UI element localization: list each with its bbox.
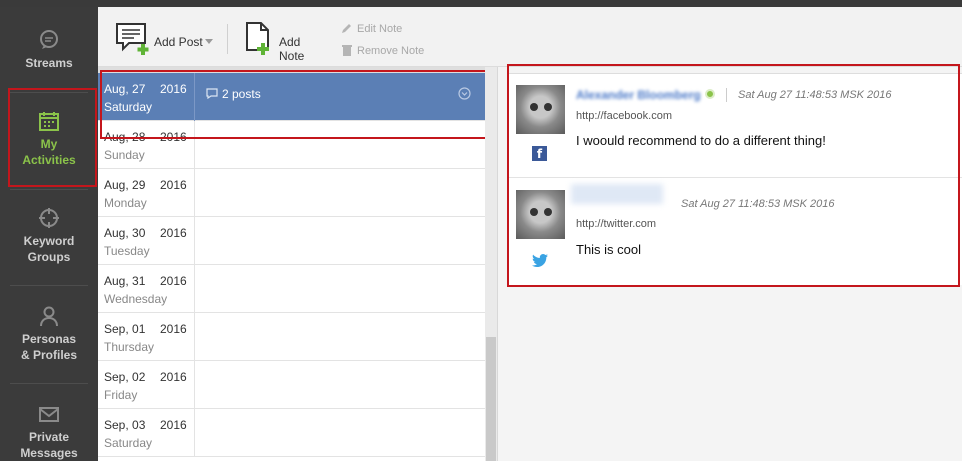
crosshair-icon [39,208,59,228]
sidebar-item-label: & Profiles [20,348,77,362]
year-label: 2016 [160,274,187,288]
day-label: Tuesday [104,244,150,258]
add-note-label: Add Note [279,35,305,63]
sidebar-item-label: Personas [21,332,77,346]
divider [10,383,88,384]
year-label: 2016 [160,418,187,432]
add-post-label: Add Post [154,35,203,49]
calendar-row[interactable]: Aug, 29 2016 Monday [98,169,485,217]
highlight-box [507,64,960,287]
date-label: Sep, 02 [104,370,146,384]
toolbar: Add Post Add Note Edit Note Remove Note [98,7,962,67]
add-note-icon [246,22,269,55]
year-label: 2016 [160,370,187,384]
remove-note-button[interactable]: Remove Note [341,44,424,57]
year-label: 2016 [160,322,187,336]
edit-note-label: Edit Note [357,23,403,35]
user-icon [40,306,58,327]
date-cell: Sep, 01 2016 Thursday [98,313,195,361]
day-label: Sunday [104,148,145,162]
calendar-row[interactable]: Sep, 01 2016 Thursday [98,313,485,361]
chevron-down-icon[interactable] [205,39,213,44]
sidebar-item-label: Messages [20,446,78,460]
trash-icon [342,45,352,56]
date-label: Aug, 29 [104,178,146,192]
sidebar-item-label: Keyword [23,234,75,248]
date-label: Sep, 01 [104,322,146,336]
sidebar-item-label: Streams [25,56,73,70]
date-label: Aug, 31 [104,274,146,288]
scrollbar-thumb[interactable] [486,337,496,461]
date-label: Aug, 30 [104,226,146,240]
sidebar-item-label: Groups [27,250,71,264]
divider [10,285,88,286]
calendar-row[interactable]: Aug, 30 2016 Tuesday [98,217,485,265]
remove-note-label: Remove Note [357,45,425,57]
sidebar-item-keyword-groups[interactable]: Keyword Groups [0,207,98,265]
sidebar-item-private-messages[interactable]: Private Messages [0,403,98,461]
day-label: Friday [104,388,138,402]
calendar-row[interactable]: Sep, 03 2016 Saturday [98,409,485,457]
sidebar-item-personas-profiles[interactable]: Personas & Profiles [0,305,98,363]
add-post-icon [116,23,149,55]
highlight-box [8,88,97,187]
sidebar-item-streams[interactable]: Streams [0,29,98,71]
day-label: Wednesday [104,292,168,306]
edit-note-button[interactable]: Edit Note [341,22,402,35]
date-cell: Sep, 03 2016 Saturday [98,409,195,457]
date-cell: Aug, 31 2016 Wednesday [98,265,195,313]
divider [10,189,88,190]
date-cell: Sep, 02 2016 Friday [98,361,195,409]
divider [227,24,228,54]
day-label: Monday [104,196,147,210]
year-label: 2016 [160,226,187,240]
chat-bubble-icon [40,30,58,49]
pencil-icon [342,24,351,33]
sidebar-item-label: Private [28,430,70,444]
sidebar: Streams My Activities Keyword Groups Per… [0,7,98,461]
year-label: 2016 [160,178,187,192]
day-label: Saturday [104,436,153,450]
highlight-box [100,70,489,139]
add-post-button[interactable]: Add Post [115,21,215,55]
top-bar [0,0,962,7]
date-cell: Aug, 30 2016 Tuesday [98,217,195,265]
day-label: Thursday [104,340,155,354]
date-cell: Aug, 29 2016 Monday [98,169,195,217]
add-note-button[interactable]: Add Note [245,21,325,63]
date-label: Sep, 03 [104,418,146,432]
calendar-row[interactable]: Sep, 02 2016 Friday [98,361,485,409]
calendar-scrollbar[interactable] [485,67,497,461]
envelope-icon [39,407,59,422]
calendar-row[interactable]: Aug, 31 2016 Wednesday [98,265,485,313]
